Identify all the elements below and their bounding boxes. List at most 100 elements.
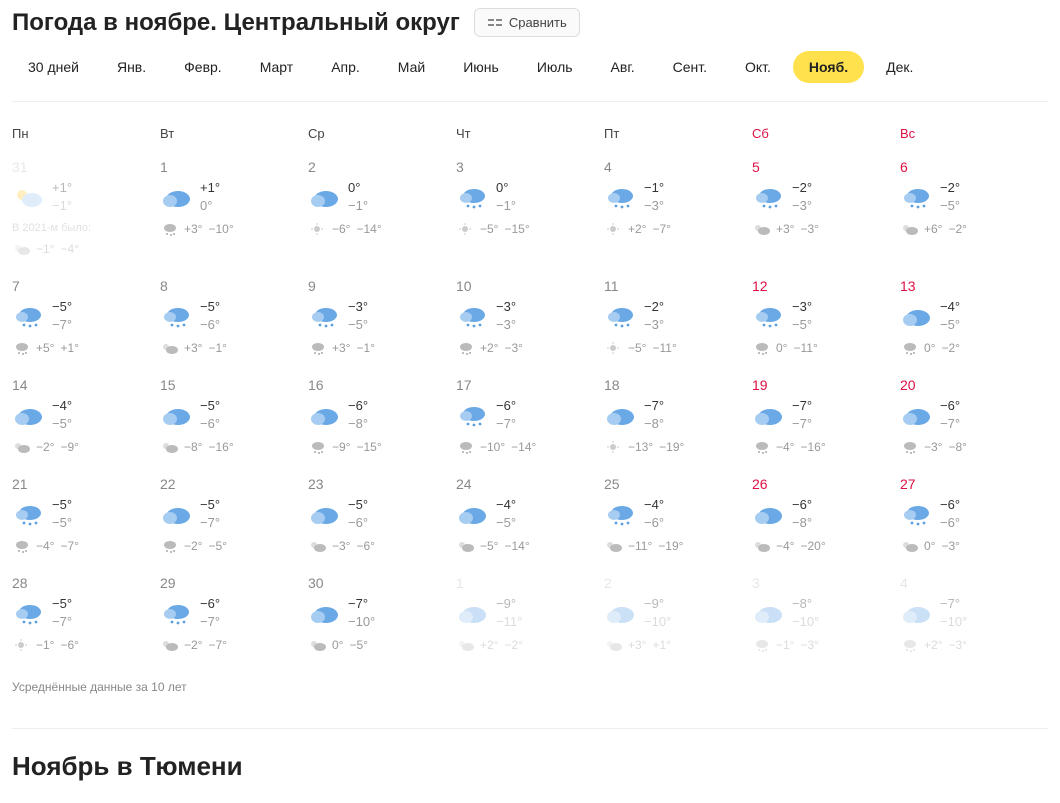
calendar-day[interactable]: 4−7°−10°+2°−3° [900, 569, 1048, 668]
month-tab[interactable]: Янв. [101, 51, 162, 83]
calendar-day[interactable]: 1−9°−11°+2°−2° [456, 569, 604, 668]
calendar-day[interactable]: 7−5°−7°+5°+1° [12, 272, 160, 371]
calendar-day[interactable]: 30°−1°−5°−15° [456, 153, 604, 272]
calendar-day[interactable]: 26−6°−8°−4°−20° [752, 470, 900, 569]
calendar-day[interactable]: 3−8°−10°−1°−3° [752, 569, 900, 668]
day-main: −7°−10° [308, 595, 456, 630]
temps: −7°−10° [940, 595, 967, 630]
calendar-day[interactable]: 17−6°−7°−10°−14° [456, 371, 604, 470]
weather-icon [752, 601, 784, 625]
calendar-day[interactable]: 22−5°−7°−2°−5° [160, 470, 308, 569]
historical-line: 0°−2° [900, 341, 1048, 355]
historical-low: −5° [208, 539, 226, 553]
calendar-day[interactable]: 24−4°−5°−5°−14° [456, 470, 604, 569]
calendar-day[interactable]: 27−6°−6°0°−3° [900, 470, 1048, 569]
calendar-day[interactable]: 8−5°−6°+3°−1° [160, 272, 308, 371]
month-tabs: 30 днейЯнв.Февр.МартАпр.МайИюньИюльАвг.С… [12, 51, 1048, 102]
temp-high: −3° [348, 298, 368, 316]
day-main: −6°−7° [160, 595, 308, 630]
temp-low: −1° [348, 197, 368, 215]
month-tab[interactable]: Сент. [657, 51, 723, 83]
temps: −3°−3° [496, 298, 516, 333]
calendar-day[interactable]: 5−2°−3°+3°−3° [752, 153, 900, 272]
day-number: 7 [12, 278, 160, 294]
historical-line: −2°−9° [12, 440, 160, 454]
page-title: Погода в ноябре. Центральный округ [12, 9, 460, 37]
month-tab[interactable]: Февр. [168, 51, 238, 83]
calendar-day[interactable]: 21−5°−5°−4°−7° [12, 470, 160, 569]
historical-weather-icon [752, 440, 770, 454]
weather-icon [12, 502, 44, 526]
historical-low: −7° [60, 539, 78, 553]
calendar-day[interactable]: 4−1°−3°+2°−7° [604, 153, 752, 272]
historical-weather-icon [752, 222, 770, 236]
month-tab[interactable]: 30 дней [12, 51, 95, 83]
historical-line: +2°−3° [900, 638, 1048, 652]
historical-weather-icon [900, 341, 918, 355]
temps: −3°−5° [348, 298, 368, 333]
month-tab[interactable]: Апр. [315, 51, 376, 83]
calendar-day[interactable]: 6−2°−5°+6°−2° [900, 153, 1048, 272]
month-tab[interactable]: Март [244, 51, 310, 83]
day-number: 16 [308, 377, 456, 393]
historical-low: −16° [208, 440, 233, 454]
calendar-day[interactable]: 20°−1°−6°−14° [308, 153, 456, 272]
calendar-day[interactable]: 1+1°0°+3°−10° [160, 153, 308, 272]
compare-button[interactable]: Сравнить [474, 8, 580, 37]
calendar-day[interactable]: 14−4°−5°−2°−9° [12, 371, 160, 470]
calendar-day[interactable]: 29−6°−7°−2°−7° [160, 569, 308, 668]
calendar-day[interactable]: 19−7°−7°−4°−16° [752, 371, 900, 470]
historical-weather-icon [308, 440, 326, 454]
month-tab[interactable]: Май [382, 51, 441, 83]
month-tab[interactable]: Июль [521, 51, 589, 83]
calendar-day[interactable]: 13−4°−5°0°−2° [900, 272, 1048, 371]
temps: −9°−10° [644, 595, 671, 630]
historical-low: −2° [941, 341, 959, 355]
historical-line: −3°−8° [900, 440, 1048, 454]
historical-high: 0° [332, 638, 343, 652]
historical-line: +3°+1° [604, 638, 752, 652]
calendar-day[interactable]: 10−3°−3°+2°−3° [456, 272, 604, 371]
calendar-day[interactable]: 9−3°−5°+3°−1° [308, 272, 456, 371]
temp-high: −5° [200, 397, 220, 415]
month-tab[interactable]: Июнь [447, 51, 515, 83]
weather-icon [900, 502, 932, 526]
historical-low: −14° [511, 440, 536, 454]
calendar-day[interactable]: 2−9°−10°+3°+1° [604, 569, 752, 668]
calendar-day[interactable]: 18−7°−8°−13°−19° [604, 371, 752, 470]
temp-high: −2° [940, 179, 960, 197]
month-tab[interactable]: Дек. [870, 51, 929, 83]
calendar-day[interactable]: 15−5°−6°−8°−16° [160, 371, 308, 470]
calendar-day[interactable]: 11−2°−3°−5°−11° [604, 272, 752, 371]
temps: −4°−6° [644, 496, 664, 531]
weather-icon [12, 304, 44, 328]
calendar-day[interactable]: 20−6°−7°−3°−8° [900, 371, 1048, 470]
historical-weather-icon [308, 341, 326, 355]
calendar-day[interactable]: 23−5°−6°−3°−6° [308, 470, 456, 569]
temp-high: −3° [792, 298, 812, 316]
calendar-day[interactable]: 28−5°−7°−1°−6° [12, 569, 160, 668]
temp-high: −5° [348, 496, 368, 514]
month-tab[interactable]: Нояб. [793, 51, 864, 83]
temp-low: −6° [200, 415, 220, 433]
historical-weather-icon [12, 638, 30, 652]
historical-high: −5° [628, 341, 646, 355]
day-number: 31 [12, 159, 160, 175]
section-heading: Ноябрь в Тюмени [12, 751, 1048, 802]
month-tab[interactable]: Авг. [595, 51, 651, 83]
temp-high: −6° [940, 397, 960, 415]
calendar-day[interactable]: 12−3°−5°0°−11° [752, 272, 900, 371]
calendar-day[interactable]: 30−7°−10°0°−5° [308, 569, 456, 668]
weekday-label: Вт [160, 126, 308, 141]
calendar-day[interactable]: 31+1°−1°В 2021-м было:−1°−4° [12, 153, 160, 272]
month-tab[interactable]: Окт. [729, 51, 787, 83]
temp-high: −7° [940, 595, 967, 613]
historical-low: −19° [659, 440, 684, 454]
historical-low: −3° [800, 638, 818, 652]
temp-high: 0° [496, 179, 516, 197]
calendar-day[interactable]: 25−4°−6°−11°−19° [604, 470, 752, 569]
calendar-day[interactable]: 16−6°−8°−9°−15° [308, 371, 456, 470]
temp-high: −3° [496, 298, 516, 316]
temp-low: −5° [940, 316, 960, 334]
historical-high: −5° [480, 222, 498, 236]
